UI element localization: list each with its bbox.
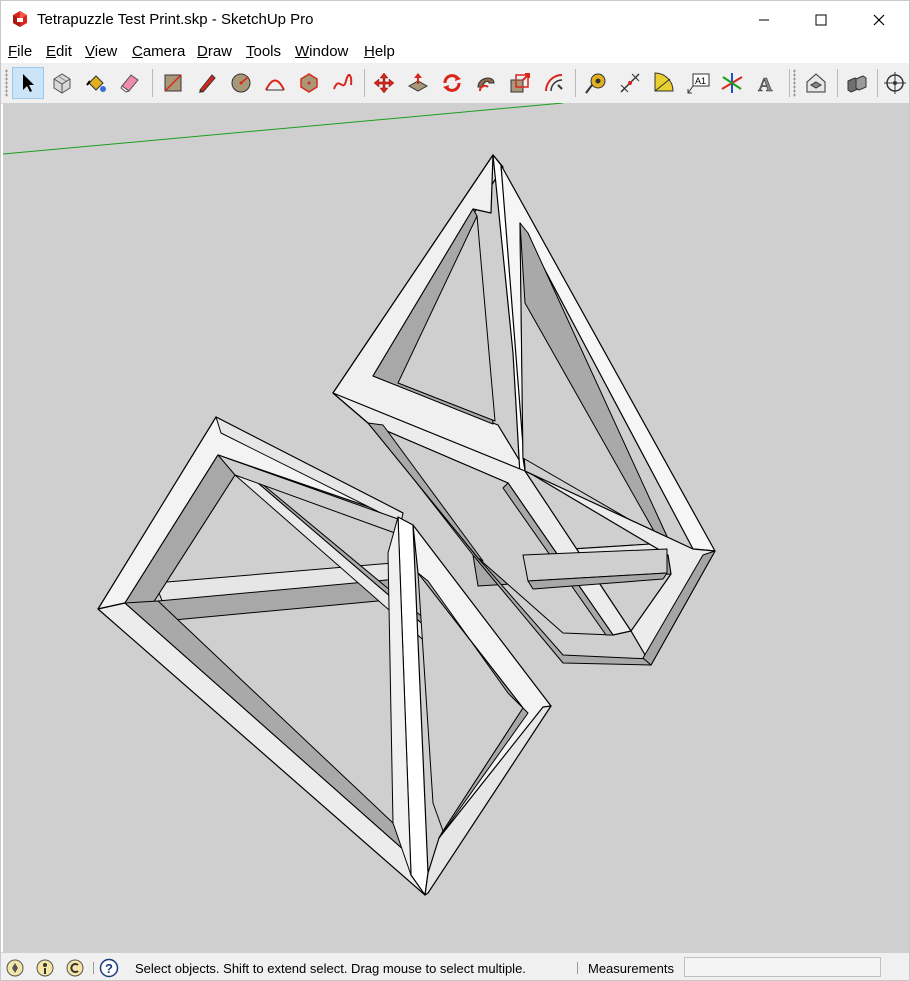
menu-window[interactable]: Window xyxy=(295,43,348,60)
rotate-tool[interactable] xyxy=(436,67,468,99)
make-component-tool[interactable] xyxy=(46,67,78,99)
3d-text-glyph: A xyxy=(758,74,773,95)
status-separator xyxy=(93,962,94,974)
circle-tool[interactable] xyxy=(225,67,257,99)
arrow-pointer-icon xyxy=(23,74,34,92)
rectangle-tool[interactable] xyxy=(157,67,189,99)
axes-icon xyxy=(721,73,743,93)
scale-tool[interactable] xyxy=(504,67,536,99)
offset-tool[interactable] xyxy=(538,67,570,99)
arc-tool[interactable] xyxy=(259,67,291,99)
sketchup-logo-icon xyxy=(13,11,27,27)
menu-draw[interactable]: Draw xyxy=(197,43,232,60)
freehand-icon xyxy=(333,73,353,90)
paint-bucket-icon xyxy=(86,75,106,92)
component-icon xyxy=(53,73,71,94)
large-tool-set-toolbar: A1 A xyxy=(1,63,909,104)
minimize-button[interactable] xyxy=(741,1,787,39)
maximize-icon xyxy=(815,14,827,26)
title-bar: Tetrapuzzle Test Print.skp - SketchUp Pr… xyxy=(1,1,909,39)
3d-text-icon: A xyxy=(758,74,774,95)
menu-view[interactable]: View xyxy=(85,43,117,60)
line-tool[interactable] xyxy=(191,67,223,99)
close-icon xyxy=(873,14,885,26)
menu-tools[interactable]: Tools xyxy=(246,43,281,60)
dimensions-tool[interactable] xyxy=(614,67,646,99)
tape-measure-tool[interactable] xyxy=(580,67,612,99)
dimensions-icon xyxy=(620,73,640,93)
eraser-icon xyxy=(120,74,139,93)
warehouse-icon xyxy=(806,73,826,93)
svg-text:?: ? xyxy=(105,961,113,976)
follow-me-icon xyxy=(477,77,495,92)
offset-icon xyxy=(545,74,563,92)
warehouse-tool[interactable] xyxy=(800,67,832,99)
polygon-icon xyxy=(300,73,318,93)
menu-help[interactable]: Help xyxy=(364,43,395,60)
scale-icon xyxy=(510,73,530,93)
text-tool[interactable]: A1 xyxy=(682,67,714,99)
minimize-icon xyxy=(759,19,769,21)
measurements-label: Measurements xyxy=(588,961,674,976)
arc-icon xyxy=(265,79,285,91)
axes-tool[interactable] xyxy=(716,67,748,99)
extension-warehouse-tool[interactable] xyxy=(841,67,873,99)
menu-edit[interactable]: Edit xyxy=(46,43,72,60)
freehand-tool[interactable] xyxy=(327,67,359,99)
pencil-icon xyxy=(199,74,216,93)
toolbar-separator xyxy=(837,69,838,97)
protractor-tool[interactable] xyxy=(648,67,680,99)
select-tool[interactable] xyxy=(12,67,44,99)
rotate-icon xyxy=(443,74,461,92)
circle-icon xyxy=(231,73,251,93)
orbit-tool[interactable] xyxy=(879,67,909,99)
paint-bucket-tool[interactable] xyxy=(80,67,112,99)
measurements-input[interactable] xyxy=(684,957,881,977)
orbit-icon xyxy=(884,72,906,94)
toolbar-separator xyxy=(877,69,878,97)
green-axis-line xyxy=(3,103,564,155)
rectangle-icon xyxy=(164,74,182,92)
menu-file[interactable]: File xyxy=(8,43,32,60)
push-pull-icon xyxy=(407,73,429,92)
geo-location-icon[interactable] xyxy=(5,958,25,978)
menu-camera[interactable]: Camera xyxy=(132,43,185,60)
toolbar-grip[interactable] xyxy=(5,69,8,97)
help-icon[interactable]: ? xyxy=(99,958,119,978)
text-tool-glyph: A1 xyxy=(695,76,706,86)
window-title: Tetrapuzzle Test Print.skp - SketchUp Pr… xyxy=(37,11,314,28)
toolbar-grip[interactable] xyxy=(793,69,796,97)
follow-me-tool[interactable] xyxy=(470,67,502,99)
close-button[interactable] xyxy=(856,1,902,39)
sketchup-window: Tetrapuzzle Test Print.skp - SketchUp Pr… xyxy=(0,0,910,981)
credits-icon[interactable] xyxy=(35,958,55,978)
status-bar: ? Select objects. Shift to extend select… xyxy=(1,952,909,980)
move-tool[interactable] xyxy=(368,67,400,99)
move-arrows-icon xyxy=(373,72,395,94)
toolbar-separator xyxy=(152,69,153,97)
push-pull-tool[interactable] xyxy=(402,67,434,99)
toolbar-separator xyxy=(575,69,576,97)
status-message: Select objects. Shift to extend select. … xyxy=(135,961,526,976)
model-canvas[interactable] xyxy=(3,103,909,952)
eraser-tool[interactable] xyxy=(114,67,146,99)
menu-bar: File Edit View Camera Draw Tools Window … xyxy=(1,39,909,63)
3d-text-tool[interactable]: A xyxy=(750,67,782,99)
model-viewport[interactable] xyxy=(3,103,909,952)
maximize-button[interactable] xyxy=(798,1,844,39)
status-separator xyxy=(577,962,578,974)
toolbar-separator xyxy=(789,69,790,97)
text-label-icon: A1 xyxy=(687,73,710,94)
sign-in-icon[interactable] xyxy=(65,958,85,978)
toolbar-separator xyxy=(364,69,365,97)
tape-measure-icon xyxy=(585,73,606,94)
polygon-tool[interactable] xyxy=(293,67,325,99)
protractor-icon xyxy=(654,72,674,92)
extension-warehouse-icon xyxy=(847,75,867,93)
